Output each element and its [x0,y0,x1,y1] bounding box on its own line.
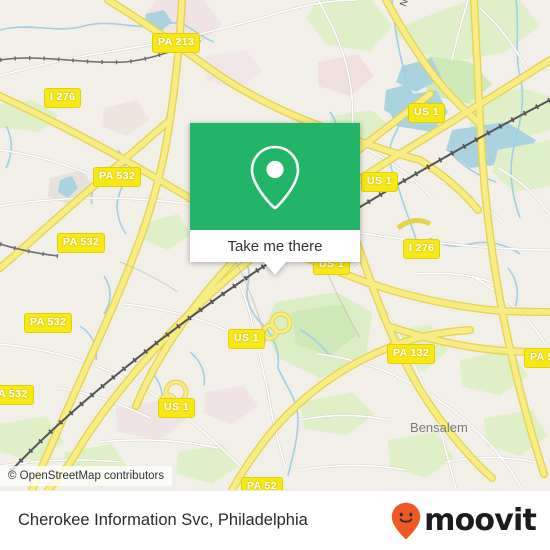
place-label: Bensalem [410,420,468,435]
road-shield: I 276 [403,239,441,259]
moovit-brand[interactable]: moovit [391,502,537,540]
popup-tail-pointer [264,262,286,275]
road-shield: US 1 [158,398,195,418]
road-shield: US 1 [228,329,265,349]
road-shield: PA 132 [387,344,436,364]
location-popup-card[interactable]: Take me there [190,123,360,275]
map-canvas[interactable]: PA 213 I 276 PA 532 PA 532 PA 532 A 532 US 1 US… [0,0,550,490]
popup-footer[interactable]: Take me there [190,230,360,275]
map-pin-icon [250,145,300,209]
moovit-wordmark: moovit [424,502,537,538]
take-me-there-label: Take me there [227,237,323,255]
road-shield: PA 5 [524,348,550,368]
popup-header [190,123,360,230]
road-shield: US 1 [361,172,398,192]
moovit-smiley-pin-icon [391,502,421,539]
road-shield: US 1 [408,103,445,123]
road-shield: PA 213 [152,33,201,53]
road-shield: PA 532 [93,167,142,187]
road-shield: PA 532 [24,313,73,333]
map-screenshot-root: PA 213 I 276 PA 532 PA 532 PA 532 A 532 US 1 US… [0,0,550,550]
road-shield: PA 52 [241,477,284,490]
map-attribution[interactable]: © OpenStreetMap contributors [0,466,173,486]
road-shield: A 532 [0,385,34,405]
road-shield: PA 532 [57,233,106,253]
location-title: Cherokee Information Svc, Philadelphia [18,511,308,529]
footer-bar: Cherokee Information Svc, Philadelphia m… [0,490,550,550]
road-shield: I 276 [44,88,82,108]
